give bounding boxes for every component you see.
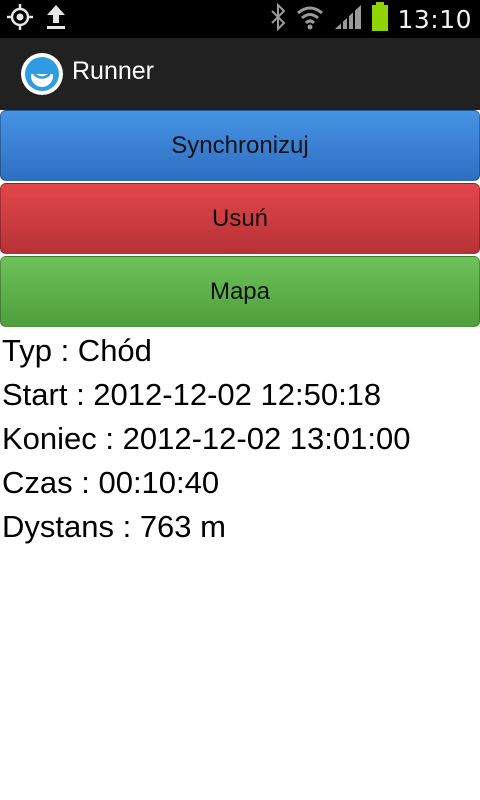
sync-button[interactable]: Synchronizuj [0, 110, 480, 181]
activity-details: Typ : Chód Start : 2012-12-02 12:50:18 K… [2, 332, 410, 552]
activity-end: Koniec : 2012-12-02 13:01:00 [2, 421, 411, 456]
battery-icon [371, 2, 389, 36]
activity-type: Typ : Chód [2, 333, 152, 368]
gps-icon [6, 3, 34, 35]
map-button[interactable]: Mapa [0, 256, 480, 327]
upload-icon [44, 3, 68, 35]
status-time: 13:10 [397, 4, 472, 34]
activity-duration: Czas : 00:10:40 [2, 465, 220, 500]
status-left-icons [6, 4, 68, 34]
action-bar: Runner [0, 38, 480, 110]
bluetooth-icon [269, 2, 287, 35]
status-right-icons: 13:10 [269, 2, 472, 36]
delete-button[interactable]: Usuń [0, 183, 480, 254]
app-title: Runner [72, 57, 154, 85]
runner-app-icon[interactable] [20, 52, 64, 96]
signal-icon [333, 3, 363, 35]
status-bar: 13:10 [0, 0, 480, 38]
activity-start: Start : 2012-12-02 12:50:18 [2, 377, 382, 412]
wifi-icon [295, 3, 325, 35]
activity-distance: Dystans : 763 m [2, 509, 226, 544]
